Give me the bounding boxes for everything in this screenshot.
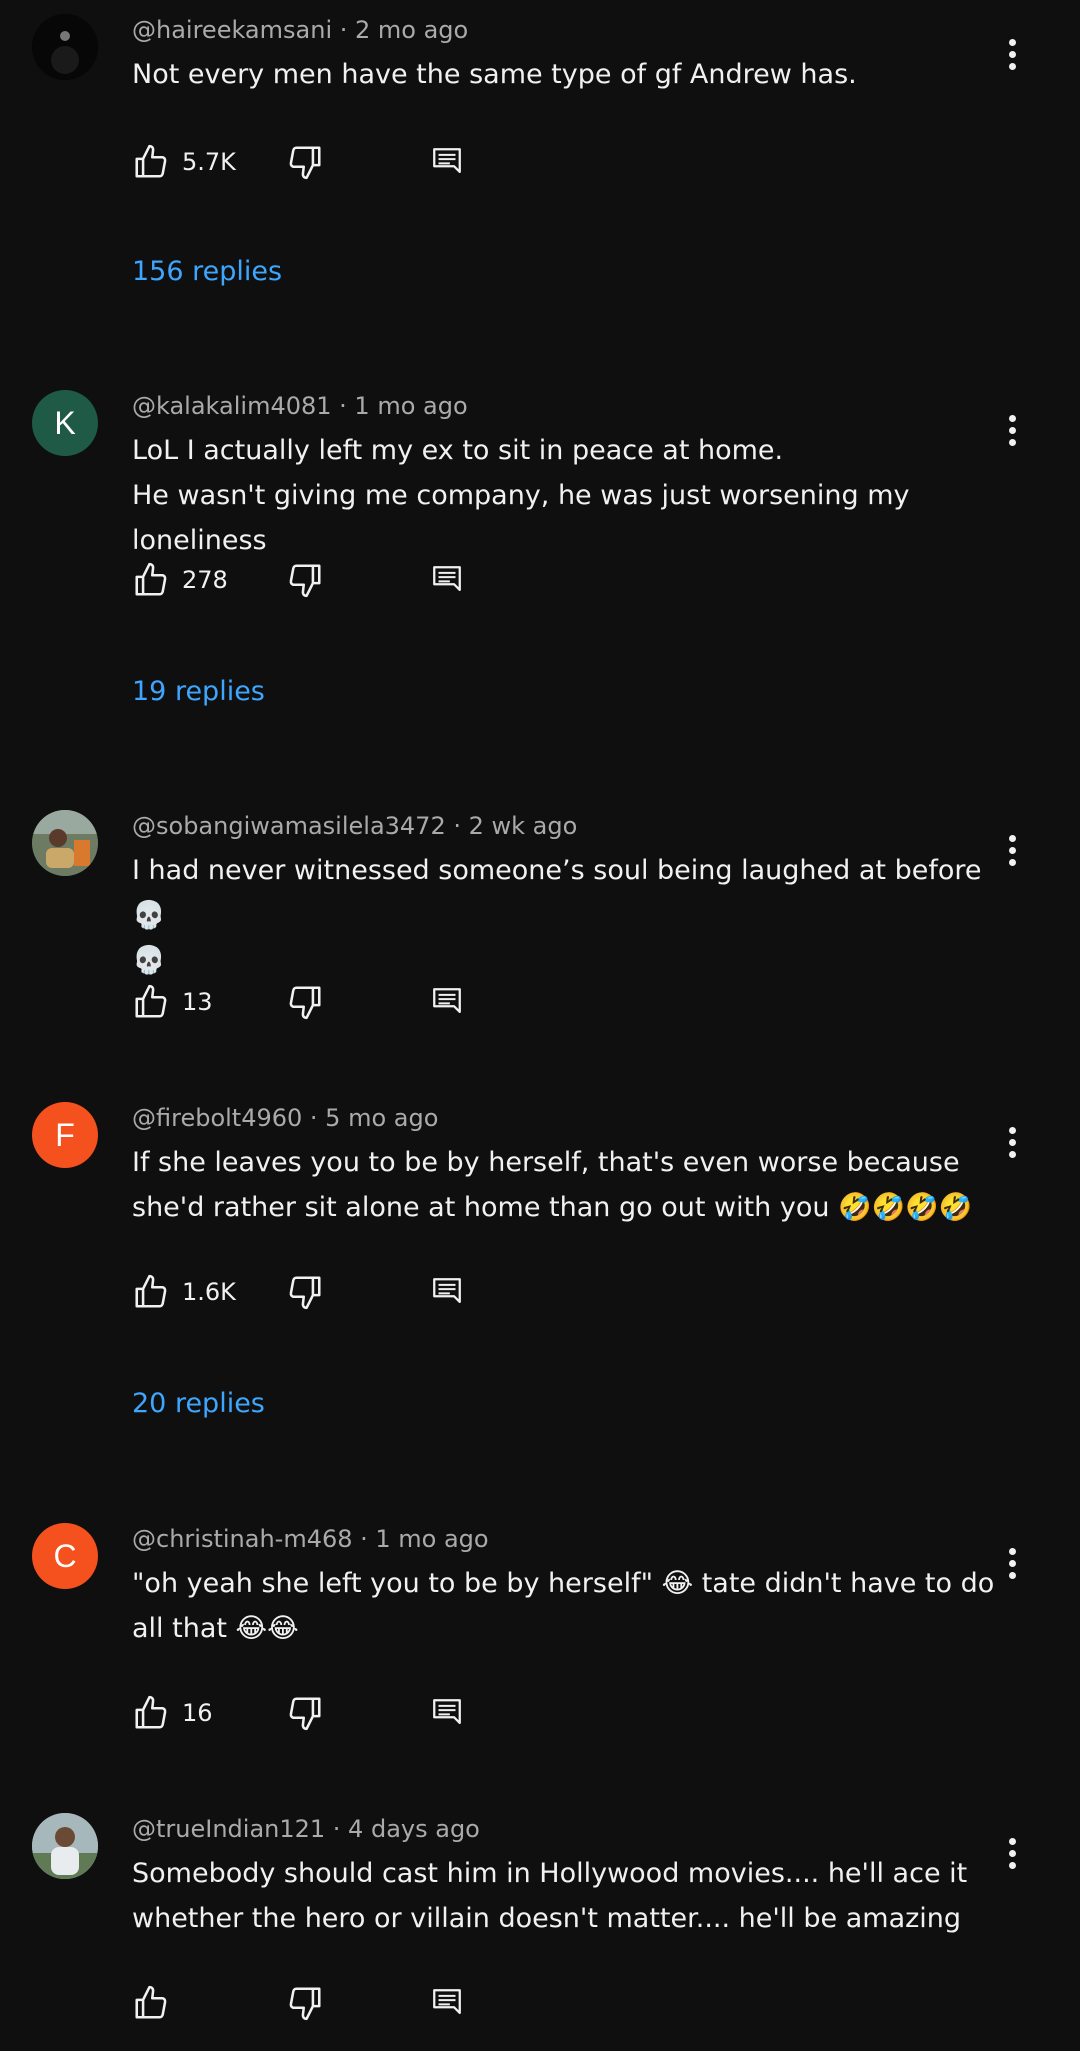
comment-line: 💀: [132, 945, 166, 976]
thumbs-down-icon: [289, 146, 321, 180]
comment-line: Somebody should cast him in Hollywood mo…: [132, 1858, 968, 1889]
like-count: 1.6K: [182, 1278, 236, 1306]
dislike-button[interactable]: [286, 142, 324, 182]
thumbs-up-icon: [135, 562, 167, 596]
profile-photo-icon: [32, 1813, 98, 1879]
reply-comment-icon: [433, 566, 461, 592]
comment-actions: 278: [132, 560, 532, 600]
avatar[interactable]: [32, 14, 98, 80]
view-replies-link[interactable]: 19 replies: [132, 676, 265, 707]
comment-text: Somebody should cast him in Hollywood mo…: [132, 1851, 1012, 1941]
reply-button[interactable]: [430, 142, 464, 182]
avatar[interactable]: C: [32, 1523, 98, 1589]
like-count: 13: [182, 988, 213, 1016]
reply-comment-icon: [433, 148, 461, 174]
like-button[interactable]: 5.7K: [132, 142, 236, 182]
comment-text: If she leaves you to be by herself, that…: [132, 1140, 1012, 1230]
like-count: 278: [182, 566, 228, 594]
like-button[interactable]: 278: [132, 560, 228, 600]
view-replies-link[interactable]: 156 replies: [132, 256, 282, 287]
more-options-button[interactable]: [990, 1120, 1034, 1164]
comment-actions: [132, 1983, 532, 2023]
reply-button[interactable]: [430, 1983, 464, 2023]
reply-button[interactable]: [430, 982, 464, 1022]
avatar[interactable]: K: [32, 390, 98, 456]
comment-line: she'd rather sit alone at home than go o…: [132, 1192, 973, 1223]
reply-button[interactable]: [430, 1272, 464, 1312]
avatar-letter: C: [53, 1537, 77, 1574]
comment-line: I had never witnessed someone’s soul bei…: [132, 855, 982, 931]
dislike-button[interactable]: [286, 560, 324, 600]
thumbs-up-icon: [135, 1985, 167, 2019]
more-options-button[interactable]: [990, 1831, 1034, 1875]
comment-line: "oh yeah she left you to be by herself" …: [132, 1568, 995, 1599]
like-button[interactable]: 1.6K: [132, 1272, 236, 1312]
avatar-letter: F: [55, 1116, 75, 1153]
comment-line: If she leaves you to be by herself, that…: [132, 1147, 960, 1178]
comment-actions: 16: [132, 1693, 532, 1733]
like-button[interactable]: [132, 1983, 170, 2023]
dislike-button[interactable]: [286, 1272, 324, 1312]
thumbs-down-icon: [289, 1697, 321, 1731]
comment-actions: 13: [132, 982, 532, 1022]
avatar-letter: K: [54, 404, 76, 441]
profile-photo-icon: [32, 14, 98, 80]
thumbs-down-icon: [289, 1987, 321, 2021]
comment-line: He wasn't giving me company, he was just…: [132, 480, 910, 556]
comment-author-meta[interactable]: @trueIndian121 · 4 days ago: [132, 1815, 480, 1843]
profile-photo-icon: [32, 810, 98, 876]
comment-text: Not every men have the same type of gf A…: [132, 52, 1012, 97]
comment-author-meta[interactable]: @haireekamsani · 2 mo ago: [132, 16, 468, 44]
more-options-button[interactable]: [990, 408, 1034, 452]
comment-actions: 1.6K: [132, 1272, 532, 1312]
comment-text: LoL I actually left my ex to sit in peac…: [132, 428, 1012, 563]
reply-comment-icon: [433, 1989, 461, 2015]
comment-line: Not every men have the same type of gf A…: [132, 59, 857, 90]
reply-comment-icon: [433, 1699, 461, 1725]
thumbs-down-icon: [289, 564, 321, 598]
like-count: 16: [182, 1699, 213, 1727]
comment-author-meta[interactable]: @sobangiwamasilela3472 · 2 wk ago: [132, 812, 577, 840]
comment-author-meta[interactable]: @firebolt4960 · 5 mo ago: [132, 1104, 438, 1132]
thumbs-up-icon: [135, 984, 167, 1018]
avatar[interactable]: F: [32, 1102, 98, 1168]
dislike-button[interactable]: [286, 1983, 324, 2023]
view-replies-link[interactable]: 20 replies: [132, 1388, 265, 1419]
dislike-button[interactable]: [286, 1693, 324, 1733]
comment-line: all that 😂😂: [132, 1613, 299, 1644]
reply-button[interactable]: [430, 1693, 464, 1733]
like-count: 5.7K: [182, 148, 236, 176]
comment-author-meta[interactable]: @christinah-m468 · 1 mo ago: [132, 1525, 489, 1553]
comment-author-meta[interactable]: @kalakalim4081 · 1 mo ago: [132, 392, 468, 420]
thumbs-down-icon: [289, 986, 321, 1020]
thumbs-down-icon: [289, 1276, 321, 1310]
more-options-button[interactable]: [990, 32, 1034, 76]
reply-comment-icon: [433, 1278, 461, 1304]
thumbs-up-icon: [135, 1274, 167, 1308]
thumbs-up-icon: [135, 144, 167, 178]
like-button[interactable]: 16: [132, 1693, 213, 1733]
reply-button[interactable]: [430, 560, 464, 600]
reply-comment-icon: [433, 988, 461, 1014]
dislike-button[interactable]: [286, 982, 324, 1022]
comment-text: "oh yeah she left you to be by herself" …: [132, 1561, 1012, 1651]
comment-actions: 5.7K: [132, 142, 532, 182]
avatar[interactable]: [32, 810, 98, 876]
comment-line: LoL I actually left my ex to sit in peac…: [132, 435, 784, 466]
more-options-button[interactable]: [990, 1541, 1034, 1585]
comment-text: I had never witnessed someone’s soul bei…: [132, 848, 1012, 983]
more-options-button[interactable]: [990, 828, 1034, 872]
thumbs-up-icon: [135, 1695, 167, 1729]
like-button[interactable]: 13: [132, 982, 213, 1022]
avatar[interactable]: [32, 1813, 98, 1879]
comment-line: whether the hero or villain doesn't matt…: [132, 1903, 962, 1934]
